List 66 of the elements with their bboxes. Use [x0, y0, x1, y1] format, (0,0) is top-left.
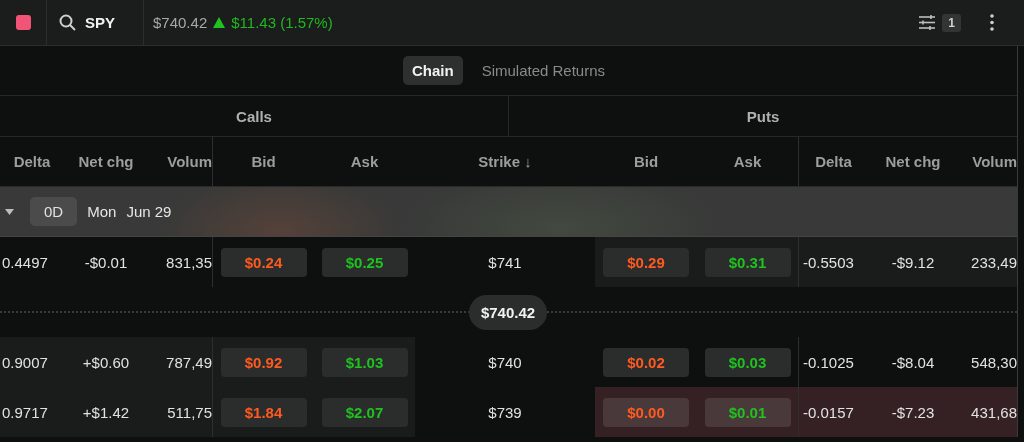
- table-cell-text: -$9.12: [890, 252, 936, 273]
- section-heading: Puts: [746, 107, 780, 125]
- search-icon: [59, 14, 76, 31]
- table-cell-text: 233,49: [970, 252, 1017, 273]
- column-header: Net chg: [77, 152, 135, 172]
- table-cell-text: -$8.04: [890, 352, 936, 373]
- bid-button[interactable]: $0.92: [220, 347, 307, 377]
- strike-price: $740: [487, 352, 523, 373]
- table-cell-text: 0.4497: [1, 252, 49, 273]
- chain-row[interactable]: 0.9007 +$0.60 787,49 $0.92 $1.03 $740 $0.02 $0.03 -0.1025 -$8.04 548,30: [0, 337, 1017, 387]
- table-cell-text: 548,30: [970, 352, 1017, 373]
- view-tab[interactable]: Chain: [402, 56, 463, 85]
- table-cell-text: -$7.23: [890, 402, 936, 423]
- ask-button[interactable]: $0.25: [321, 247, 408, 277]
- symbol-search[interactable]: SPY: [47, 0, 144, 45]
- column-header: Volum: [971, 152, 1017, 172]
- table-cell-text: 831,35: [165, 252, 212, 273]
- more-icon[interactable]: [990, 14, 994, 31]
- column-header: Net chg: [884, 152, 942, 172]
- price-change: $11.43 (1.57%): [231, 14, 333, 31]
- ask-button[interactable]: $1.03: [321, 347, 408, 377]
- chain-row[interactable]: 0.4497 -$0.01 831,35 $0.24 $0.25 $741 $0.29 $0.31 -0.5503 -$9.12 233,49: [0, 237, 1017, 287]
- ask-button[interactable]: $2.07: [321, 397, 408, 427]
- up-triangle-icon: [213, 17, 226, 28]
- view-tab[interactable]: Simulated Returns: [472, 56, 615, 85]
- bid-button[interactable]: $0.00: [603, 397, 689, 427]
- section-heading: Calls: [236, 107, 272, 125]
- strike-price: $739: [487, 402, 523, 423]
- column-header: Bid: [632, 152, 660, 172]
- ask-button[interactable]: $0.01: [704, 397, 791, 427]
- table-cell-text: 431,68: [970, 402, 1017, 423]
- ask-button[interactable]: $0.03: [704, 347, 791, 377]
- column-header: Delta: [12, 152, 52, 172]
- last-price: $740.42: [153, 14, 208, 31]
- column-header[interactable]: Strike ↓: [415, 137, 595, 186]
- column-header: Bid: [212, 137, 314, 186]
- expiry-group-row[interactable]: 0D Mon Jun 29: [0, 187, 1017, 237]
- current-price-badge: $740.42: [468, 294, 548, 330]
- filter-icon[interactable]: [919, 15, 936, 30]
- days-badge: 0D: [30, 197, 78, 226]
- filter-count: 1: [942, 13, 961, 32]
- caret-icon[interactable]: [5, 208, 14, 215]
- strike-price: $741: [487, 252, 523, 273]
- bid-button[interactable]: $0.24: [220, 247, 307, 277]
- bid-button[interactable]: $0.02: [603, 347, 689, 377]
- table-cell: -0.0157: [798, 387, 868, 437]
- table-cell-text: 511,75: [166, 402, 212, 423]
- table-cell-text: +$1.42: [81, 402, 131, 423]
- column-header: Volum: [166, 152, 212, 172]
- expiry-day: Mon: [87, 203, 117, 220]
- expiry-date: Jun 29: [126, 203, 172, 220]
- table-cell-text: 0.9007: [1, 352, 49, 373]
- column-header: Delta: [798, 137, 868, 186]
- bid-button[interactable]: $1.84: [220, 397, 307, 427]
- column-header: Ask: [349, 152, 380, 172]
- table-cell-text: 0.9717: [1, 402, 49, 423]
- bid-button[interactable]: $0.29: [603, 247, 689, 277]
- app-icon[interactable]: [15, 15, 31, 30]
- chain-row[interactable]: 0.9717 +$1.42 511,75 $1.84 $2.07 $739 $0.00 $0.01 -0.0157 -$7.23 431,68: [0, 387, 1017, 437]
- ask-button[interactable]: $0.31: [704, 247, 791, 277]
- table-cell-text: +$0.60: [81, 352, 131, 373]
- table-cell-text: 787,49: [165, 352, 212, 373]
- ticker-symbol: SPY: [85, 14, 115, 31]
- table-cell: -0.5503: [798, 237, 868, 287]
- table-cell-text: -$0.01: [83, 252, 129, 273]
- column-header: Ask: [732, 152, 763, 172]
